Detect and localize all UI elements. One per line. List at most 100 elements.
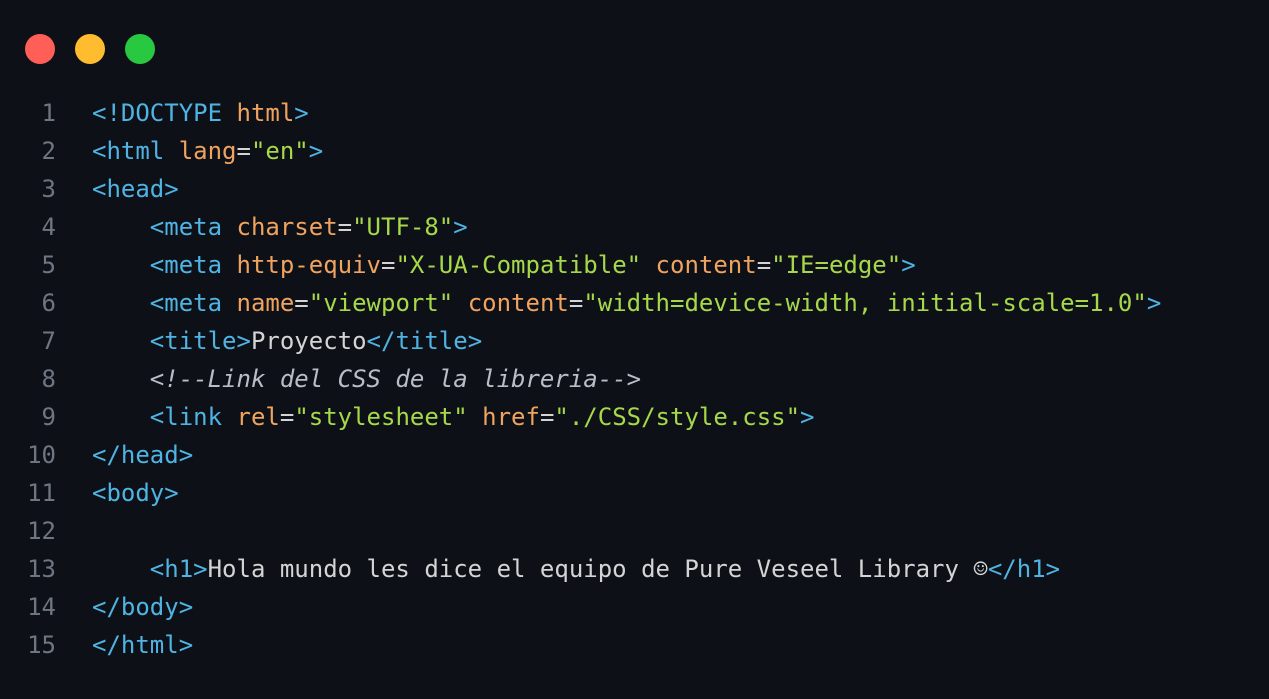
code-text: <h1>Hola mundo les dice el equipo de Pur…	[56, 550, 1269, 588]
code-token: >	[294, 99, 309, 127]
code-text: <meta http-equiv="X-UA-Compatible" conte…	[56, 246, 1269, 284]
code-token: =	[337, 213, 353, 241]
code-token: =	[294, 289, 309, 317]
code-token: >	[901, 251, 916, 279]
code-window: 1 <!DOCTYPE html> 2 <html lang="en"> 3 <head>…	[0, 0, 1269, 699]
code-token: content	[655, 251, 757, 279]
code-text: <meta charset="UTF-8">	[56, 208, 1269, 246]
code-token: =	[756, 251, 772, 279]
code-text: <body>	[56, 474, 1269, 512]
code-line: 12	[0, 512, 1269, 550]
code-line: 9 <link rel="stylesheet" href="./CSS/sty…	[0, 398, 1269, 436]
code-line: 2 <html lang="en">	[0, 132, 1269, 170]
code-text: <head>	[56, 170, 1269, 208]
code-token: <meta	[149, 213, 237, 241]
code-token: </head>	[92, 441, 194, 469]
code-token: html	[236, 99, 295, 127]
maximize-window-button[interactable]	[125, 34, 155, 64]
code-token: =	[381, 251, 396, 279]
line-number: 10	[27, 441, 56, 469]
code-line: 1 <!DOCTYPE html>	[0, 94, 1269, 132]
line-number: 8	[41, 365, 56, 393]
code-token: "en"	[250, 137, 309, 165]
code-token: lang	[178, 137, 237, 165]
code-token: content	[467, 289, 569, 317]
code-text: </html>	[56, 626, 1269, 664]
code-token: Hola mundo les dice el equipo de Pure Ve…	[207, 555, 988, 583]
code-line: 8 <!--Link del CSS de la libreria-->	[0, 360, 1269, 398]
code-token: "width=device-width, initial-scale=1.0"	[583, 289, 1147, 317]
line-number: 1	[41, 99, 56, 127]
code-token: =	[539, 403, 555, 431]
code-line: 13 <h1>Hola mundo les dice el equipo de …	[0, 550, 1269, 588]
code-token: </body>	[92, 593, 194, 621]
code-token: <link	[149, 403, 237, 431]
code-token: "X-UA-Compatible"	[395, 251, 642, 279]
line-number: 3	[41, 175, 56, 203]
code-block: 1 <!DOCTYPE html> 2 <html lang="en"> 3 <head>…	[0, 94, 1269, 664]
line-number: 7	[41, 327, 56, 355]
code-token: "IE=edge"	[771, 251, 902, 279]
line-number: 6	[41, 289, 56, 317]
code-token: http-equiv	[236, 251, 382, 279]
line-number: 5	[41, 251, 56, 279]
code-token: "./CSS/style.css"	[554, 403, 801, 431]
code-token: name	[236, 289, 295, 317]
code-line: 11 <body>	[0, 474, 1269, 512]
code-line: 5 <meta http-equiv="X-UA-Compatible" con…	[0, 246, 1269, 284]
code-text: </head>	[56, 436, 1269, 474]
minimize-window-button[interactable]	[75, 34, 105, 64]
code-token: <html	[92, 137, 179, 165]
code-token: "UTF-8"	[352, 213, 454, 241]
line-number: 15	[27, 631, 56, 659]
code-token: <meta	[149, 251, 237, 279]
code-text: <html lang="en">	[56, 132, 1269, 170]
code-token: href	[482, 403, 540, 431]
line-number: 9	[41, 403, 56, 431]
code-line: 7 <title>Proyecto</title>	[0, 322, 1269, 360]
code-token: rel	[236, 403, 280, 431]
code-token: <h1>	[149, 555, 208, 583]
code-text: <!--Link del CSS de la libreria-->	[56, 360, 1269, 398]
line-number: 11	[27, 479, 56, 507]
code-line: 4 <meta charset="UTF-8">	[0, 208, 1269, 246]
code-text: <meta name="viewport" content="width=dev…	[56, 284, 1269, 322]
code-line: 10 </head>	[0, 436, 1269, 474]
line-number: 2	[41, 137, 56, 165]
code-token: </h1>	[987, 555, 1061, 583]
code-text: <link rel="stylesheet" href="./CSS/style…	[56, 398, 1269, 436]
code-token: <head>	[92, 175, 179, 203]
code-line: 6 <meta name="viewport" content="width=d…	[0, 284, 1269, 322]
line-number: 14	[27, 593, 56, 621]
code-token: <meta	[149, 289, 237, 317]
code-token: charset	[236, 213, 338, 241]
code-token: =	[568, 289, 584, 317]
close-window-button[interactable]	[25, 34, 55, 64]
code-token: =	[236, 137, 251, 165]
code-token: >	[1146, 289, 1162, 317]
code-token: =	[279, 403, 295, 431]
line-number: 4	[41, 213, 56, 241]
code-token: <body>	[92, 479, 179, 507]
code-token: "stylesheet"	[294, 403, 468, 431]
code-token: <!DOCTYPE	[92, 99, 237, 127]
line-number: 12	[27, 517, 56, 545]
code-token: "viewport"	[308, 289, 454, 317]
code-token: >	[453, 213, 468, 241]
code-text: </body>	[56, 588, 1269, 626]
code-token: <!--Link del CSS de la libreria-->	[149, 365, 642, 393]
code-token: >	[800, 403, 815, 431]
code-line: 15 </html>	[0, 626, 1269, 664]
code-token: >	[308, 137, 324, 165]
code-text: <title>Proyecto</title>	[56, 322, 1269, 360]
